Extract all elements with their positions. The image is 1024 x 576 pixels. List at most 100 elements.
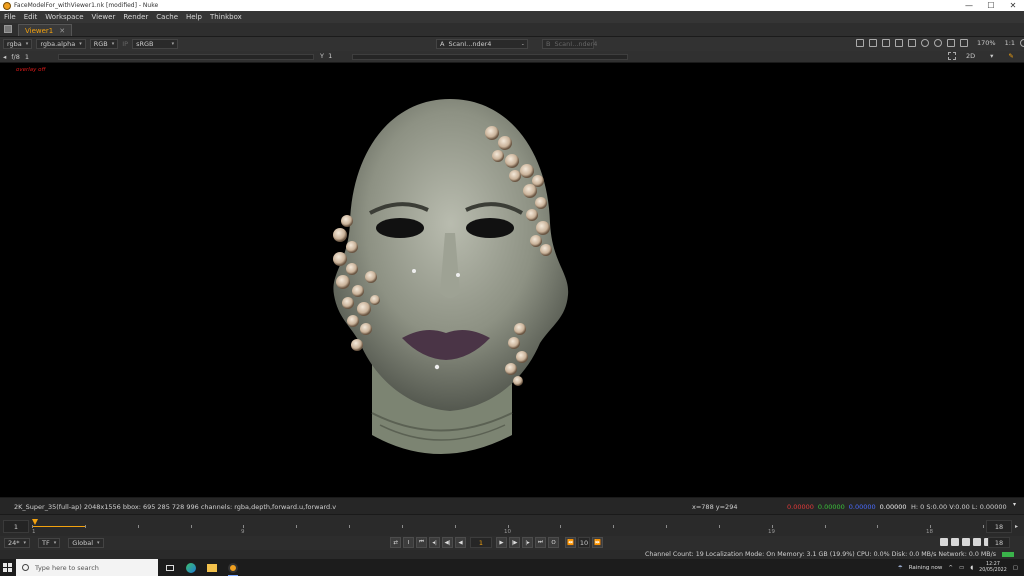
play-mode-icon[interactable]: ⇄: [390, 537, 401, 548]
timeline-tick: [32, 525, 33, 528]
exposure-arrow-icon[interactable]: ◂: [3, 53, 6, 61]
lut-dropdown[interactable]: sRGB ▾: [132, 39, 179, 49]
paint-brush-icon[interactable]: ✎: [1008, 52, 1013, 60]
menu-viewer[interactable]: Viewer: [92, 13, 116, 21]
step-back-icon[interactable]: ◀|: [442, 537, 453, 548]
taskbar-search[interactable]: Type here to search: [16, 559, 158, 576]
notifications-icon[interactable]: ▢: [1013, 565, 1018, 571]
skip-forward-icon[interactable]: ⏩: [592, 537, 603, 548]
next-keyframe-icon[interactable]: |▸: [522, 537, 533, 548]
green-value: 0.00000: [817, 503, 845, 511]
nuke-taskbar-icon[interactable]: [227, 562, 239, 576]
increment-field[interactable]: 10: [578, 537, 590, 548]
timeline-start-field[interactable]: 1: [3, 520, 29, 533]
timeline-tick: [825, 525, 826, 528]
proxy-icon[interactable]: [895, 39, 903, 47]
gamma-slider[interactable]: [352, 54, 628, 60]
weather-text[interactable]: Raining now: [909, 565, 943, 571]
menu-help[interactable]: Help: [186, 13, 202, 21]
toggle-icon[interactable]: [1020, 39, 1024, 47]
playback-end-field[interactable]: 18: [988, 537, 1010, 548]
roi-icon[interactable]: [856, 39, 864, 47]
input-b-value: ScanI...nder4: [554, 40, 598, 48]
prev-keyframe-icon[interactable]: ◂|: [429, 537, 440, 548]
volume-icon[interactable]: ◖: [970, 565, 973, 571]
close-button[interactable]: ✕: [1002, 0, 1024, 11]
gain-slider[interactable]: [58, 54, 314, 60]
settings-icon[interactable]: [973, 538, 981, 546]
menu-render[interactable]: Render: [123, 13, 148, 21]
first-frame-icon[interactable]: ⏮: [416, 537, 427, 548]
panel-menu-icon[interactable]: [4, 25, 12, 33]
timeline-track[interactable]: 1 9 10 19 18: [32, 519, 984, 535]
step-forward-icon[interactable]: |▶: [509, 537, 520, 548]
skip-back-icon[interactable]: ⏪: [565, 537, 576, 548]
current-frame-field[interactable]: 1: [470, 537, 492, 548]
menu-workspace[interactable]: Workspace: [45, 13, 83, 21]
weather-icon[interactable]: ☂: [898, 565, 903, 571]
window-titlebar: FaceModelFor_withViewer1.nk [modified] -…: [0, 0, 1024, 11]
out-point-icon[interactable]: O: [548, 537, 559, 548]
last-frame-icon[interactable]: ⏭: [535, 537, 546, 548]
in-point-icon[interactable]: I: [403, 537, 414, 548]
downscale-icon[interactable]: [908, 39, 916, 47]
nuke-app-icon: [3, 1, 11, 10]
fstop-value[interactable]: f/8: [11, 53, 20, 61]
clipping-warning-icon[interactable]: [934, 39, 942, 47]
tab-viewer1[interactable]: Viewer1 ✕: [18, 24, 73, 36]
lock-icon[interactable]: [960, 39, 968, 47]
play-backward-icon[interactable]: ◀: [455, 537, 466, 548]
panel-tab-bar: Viewer1 ✕: [0, 23, 1024, 37]
clock[interactable]: 12:27 20/05/2022: [979, 562, 1007, 574]
edge-icon[interactable]: [185, 562, 197, 574]
range-scope-dropdown[interactable]: Global ▾: [68, 538, 104, 548]
minimize-button[interactable]: —: [958, 0, 980, 11]
compare-mode-value[interactable]: -: [522, 40, 524, 48]
menu-edit[interactable]: Edit: [24, 13, 38, 21]
pixel-ratio[interactable]: 1:1: [1005, 39, 1015, 47]
tray-chevron-icon[interactable]: ^: [948, 565, 953, 571]
menu-cache[interactable]: Cache: [156, 13, 178, 21]
input-process-toggle[interactable]: IP: [122, 40, 128, 48]
fps-dropdown[interactable]: 24* ▾: [4, 538, 31, 548]
timeline-tick: [719, 525, 720, 528]
menu-thinkbox[interactable]: Thinkbox: [210, 13, 242, 21]
flipbook-icon[interactable]: [940, 538, 948, 546]
input-a-dropdown[interactable]: A ScanI...nder4 -: [436, 39, 528, 49]
timeline[interactable]: 1 1 9 10 19 18 18 ▸: [0, 514, 1024, 536]
tab-close-icon[interactable]: ✕: [59, 27, 65, 35]
mask-icon[interactable]: [882, 39, 890, 47]
timeline-end-field[interactable]: 18: [986, 520, 1012, 533]
timeline-range-marker: [32, 526, 85, 527]
maximize-button[interactable]: ☐: [980, 0, 1002, 11]
file-explorer-icon[interactable]: [206, 562, 218, 574]
render-icon[interactable]: [951, 538, 959, 546]
channels-value: rgba: [7, 40, 22, 48]
info-expand-icon[interactable]: ▾: [1013, 501, 1016, 508]
timeline-label: 10: [504, 529, 511, 535]
roi-select-icon[interactable]: [948, 52, 956, 60]
refresh-icon[interactable]: [921, 39, 929, 47]
view-mode-value[interactable]: 2D: [966, 52, 975, 60]
scope-value: Global: [72, 539, 94, 547]
pause-icon[interactable]: [947, 39, 955, 47]
timecode-dropdown[interactable]: TF ▾: [38, 538, 61, 548]
network-icon[interactable]: ▭: [959, 565, 964, 571]
chevron-down-icon[interactable]: ▾: [990, 52, 993, 60]
input-b-dropdown[interactable]: B ScanI...nder4: [542, 39, 598, 49]
alpha-channel-dropdown[interactable]: rgba.alpha ▾: [36, 39, 86, 49]
viewer-canvas[interactable]: overlay off: [0, 63, 1024, 497]
frame-value[interactable]: 1: [25, 53, 29, 61]
play-forward-icon[interactable]: ▶: [496, 537, 507, 548]
lock-range-icon[interactable]: [962, 538, 970, 546]
gamma-value[interactable]: 1: [328, 52, 332, 60]
start-button[interactable]: [0, 559, 14, 576]
safe-area-icon[interactable]: [869, 39, 877, 47]
viewer-controls-top: rgba ▾ rgba.alpha ▾ RGB ▾ IP sRGB ▾ A ScanI.…: [0, 37, 1024, 51]
channels-dropdown[interactable]: rgba ▾: [3, 39, 33, 49]
task-view-icon[interactable]: [164, 562, 176, 574]
display-channel-dropdown[interactable]: RGB ▾: [89, 39, 119, 49]
menu-file[interactable]: File: [4, 13, 16, 21]
zoom-level[interactable]: 170%: [977, 39, 996, 47]
timeline-scroll-icon[interactable]: ▸: [1015, 523, 1018, 530]
